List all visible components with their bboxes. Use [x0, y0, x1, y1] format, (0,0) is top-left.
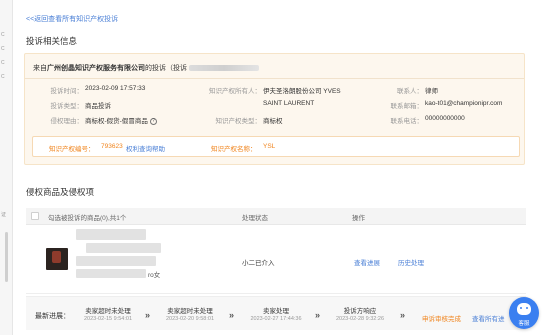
- step-name: 卖家处理: [263, 308, 289, 315]
- owner-label: 知识产权所有人：: [209, 88, 261, 95]
- redacted-text: [86, 243, 161, 253]
- ip-name-value: YSL: [263, 143, 276, 150]
- owner-value-line1: 伊夫圣洛朗股份公司 YVES: [263, 88, 341, 95]
- time-label: 投诉时间：: [50, 88, 84, 95]
- redacted-text: [76, 269, 146, 278]
- ip-type-value: 商标权: [263, 118, 283, 125]
- contact-value: 律师: [425, 88, 438, 95]
- column-product: 勾选被投诉的商品(0),共1个: [48, 215, 127, 222]
- product-thumbnail[interactable]: [46, 248, 68, 270]
- complaint-info-card: 来自广州创晶知识产权服务有限公司的投诉（投诉 投诉时间： 2023-02-09 …: [24, 53, 525, 165]
- type-value: 商品投诉: [85, 103, 111, 110]
- ip-detail-link[interactable]: 权利查询帮助: [126, 143, 165, 153]
- chevron-right-icon: »: [229, 310, 235, 320]
- step-time: 2023-02-20 9:58:01: [165, 316, 214, 322]
- products-table-header: 勾选被投诉的商品(0),共1个 处理状态 操作: [26, 208, 526, 225]
- column-status: 处理状态: [242, 215, 268, 222]
- view-all-link[interactable]: 查看所有进: [472, 313, 505, 323]
- step-name: 卖家超时未处理: [167, 308, 213, 315]
- complaint-source: 来自广州创晶知识产权服务有限公司的投诉（投诉: [33, 63, 259, 73]
- column-action: 操作: [352, 215, 365, 222]
- latest-status: 申诉审核完成: [422, 316, 461, 323]
- complaint-section-title: 投诉相关信息: [26, 36, 78, 46]
- rail-label: C: [1, 60, 5, 66]
- redacted-text: [189, 65, 259, 72]
- back-link[interactable]: <<返回查看所有知识产权投诉: [26, 14, 118, 24]
- email-label: 联系邮箱：: [390, 103, 424, 110]
- product-name-suffix[interactable]: ro女: [148, 269, 160, 279]
- ip-name-label: 知识产权名称：: [211, 146, 257, 153]
- ip-number-label: 知识产权编号：: [49, 146, 95, 153]
- divider: [25, 78, 524, 79]
- rail-label: C: [1, 32, 5, 38]
- step-time: 2023-02-27 17:44:36: [250, 316, 302, 322]
- reason-label: 侵权理由：: [50, 118, 84, 125]
- help-icon[interactable]: ?: [149, 117, 157, 125]
- ip-type-label: 知识产权类型：: [215, 118, 262, 125]
- step-time: 2023-02-15 9:54:01: [83, 316, 132, 322]
- table-row: ro女 小二已介入 查看进展 历史处理: [26, 226, 526, 294]
- progress-title: 最新进展：: [35, 313, 70, 320]
- chevron-right-icon: »: [400, 310, 406, 320]
- email-value: kao-t01@championipr.com: [425, 100, 503, 107]
- customer-service-button[interactable]: 客服: [509, 297, 539, 329]
- progress-bar: 最新进展： 卖家超时未处理 2023-02-15 9:54:01 » 卖家超时未…: [26, 296, 526, 330]
- owner-value-line2: SAINT LAURENT: [263, 100, 315, 107]
- view-progress-link[interactable]: 查看进展: [354, 257, 380, 267]
- products-section-title: 侵权商品及侵权项: [26, 187, 95, 197]
- time-value: 2023-02-09 17:57:33: [85, 85, 146, 92]
- rail-scrollbar[interactable]: [5, 232, 8, 282]
- type-label: 投诉类型：: [50, 103, 84, 110]
- rail-label: C: [1, 46, 5, 52]
- from-prefix: 来自: [33, 65, 47, 72]
- select-all-checkbox[interactable]: [31, 212, 39, 220]
- step-time: 2023-02-28 9:32:26: [335, 316, 384, 322]
- ip-number-value: 793623: [101, 143, 123, 150]
- complaint-suffix: 的投诉（投诉: [145, 65, 187, 72]
- reason-value: 商标权-假货-假冒商品?: [85, 115, 157, 125]
- redacted-text: [76, 256, 156, 266]
- support-label: 客服: [518, 321, 530, 327]
- robot-icon: [517, 303, 531, 315]
- redacted-text: [76, 229, 146, 240]
- phone-label: 联系电话：: [390, 118, 424, 125]
- complainant-company: 广州创晶知识产权服务有限公司: [47, 65, 145, 72]
- contact-label: 联系人：: [397, 88, 423, 95]
- rail-label: 证: [1, 212, 7, 218]
- left-rail: C C C C 证: [0, 0, 13, 335]
- reason-text: 商标权-假货-假冒商品: [85, 118, 148, 125]
- rail-label: C: [1, 74, 5, 80]
- step-name: 投诉方响应: [343, 308, 377, 315]
- phone-value: 00000000000: [425, 115, 465, 122]
- step-name: 卖家超时未处理: [85, 308, 131, 315]
- status-text: 小二已介入: [242, 260, 275, 267]
- ip-info-box: 知识产权编号： 793623 权利查询帮助 知识产权名称： YSL: [32, 136, 520, 157]
- history-link[interactable]: 历史处理: [398, 257, 424, 267]
